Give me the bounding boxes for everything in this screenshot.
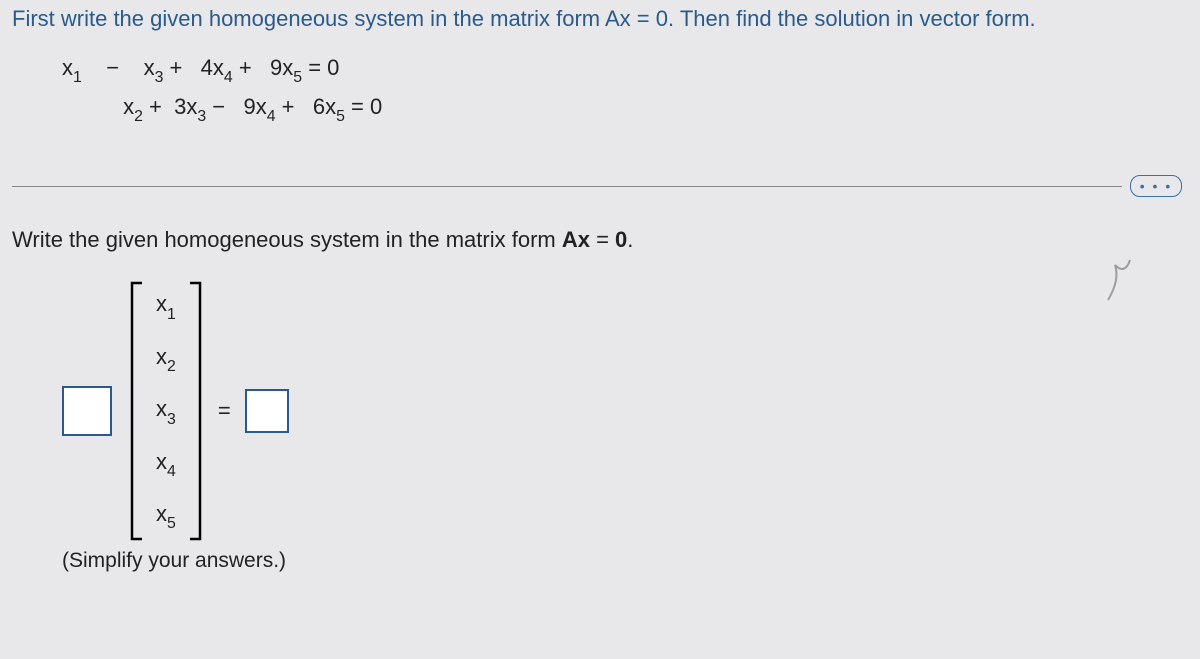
vector-entry-x1: x1: [156, 291, 176, 321]
more-options-button[interactable]: • • •: [1130, 175, 1182, 197]
vector-entry-x4: x4: [156, 449, 176, 479]
sub-instruction: Write the given homogeneous system in th…: [12, 227, 1188, 253]
equation-2: x2 + 3x3 − 9x4 + 6x5 = 0: [62, 89, 1188, 128]
matrix-a-input[interactable]: [62, 386, 112, 436]
matrix-equation: x1 x2 x3 x4 x5 =: [62, 281, 1188, 541]
equals-sign: =: [218, 398, 231, 424]
left-bracket-icon: [128, 281, 146, 541]
main-instruction: First write the given homogeneous system…: [12, 6, 1188, 32]
vector-entry-x3: x3: [156, 396, 176, 426]
vector-entry-x2: x2: [156, 344, 176, 374]
x-vector: x1 x2 x3 x4 x5: [128, 281, 204, 541]
system-equations: x1 − x3 + 4x4 + 9x5 = 0 x2 + 3x3 − 9x4 +…: [62, 50, 1188, 127]
simplify-note: (Simplify your answers.): [62, 549, 1188, 573]
divider-line: [12, 186, 1122, 187]
rhs-input[interactable]: [245, 389, 289, 433]
vector-entry-x5: x5: [156, 501, 176, 531]
right-bracket-icon: [186, 281, 204, 541]
equation-1: x1 − x3 + 4x4 + 9x5 = 0: [62, 50, 1188, 89]
